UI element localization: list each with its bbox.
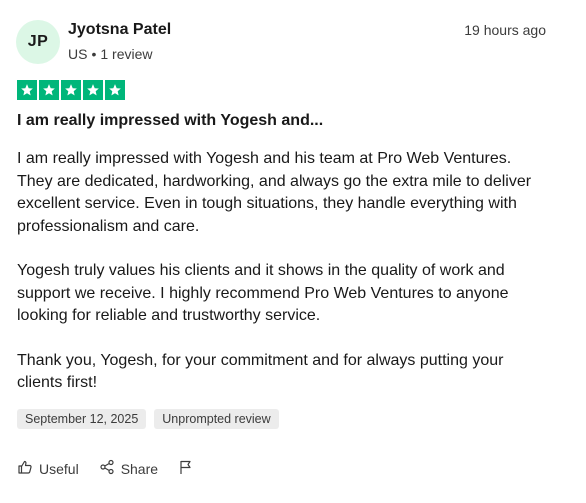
unprompted-review-tag[interactable]: Unprompted review: [154, 409, 279, 429]
star-icon: [61, 80, 81, 100]
review-time: 19 hours ago: [464, 22, 546, 38]
reviewer-review-count: 1 review: [100, 46, 153, 62]
review-header: JP Jyotsna Patel US • 1 review 19 hours ag…: [16, 20, 546, 64]
review-paragraph: Thank you, Yogesh, for your commitment a…: [17, 351, 504, 392]
reviewer-meta: US • 1 review: [68, 46, 153, 62]
review-actions: Useful Share: [17, 459, 194, 478]
thumbs-up-icon: [17, 459, 33, 478]
reviewer-country: US: [68, 46, 88, 62]
review-title[interactable]: I am really impressed with Yogesh and...: [17, 112, 323, 130]
date-tag: September 12, 2025: [17, 409, 147, 429]
star-icon: [17, 80, 37, 100]
report-button[interactable]: [178, 459, 194, 478]
share-icon: [99, 459, 115, 478]
useful-button[interactable]: Useful: [17, 459, 79, 478]
useful-label: Useful: [39, 460, 79, 477]
star-rating: [17, 80, 125, 102]
reviewer-name[interactable]: Jyotsna Patel: [68, 21, 171, 39]
star-icon: [39, 80, 59, 100]
share-label: Share: [120, 460, 159, 477]
share-button[interactable]: Share: [99, 459, 158, 478]
flag-icon: [178, 459, 194, 478]
review-body: I am really impressed with Yogesh and hi…: [17, 148, 542, 417]
review-paragraph: I am really impressed with Yogesh and hi…: [17, 150, 532, 235]
avatar[interactable]: JP: [16, 20, 60, 64]
review-card: JP Jyotsna Patel US • 1 review 19 hours ag…: [0, 0, 586, 503]
meta-separator: •: [91, 46, 97, 62]
star-icon: [105, 80, 125, 100]
review-paragraph: Yogesh truly values his clients and it s…: [17, 262, 509, 324]
review-tags: September 12, 2025 Unprompted review: [17, 409, 279, 429]
star-icon: [83, 80, 103, 100]
